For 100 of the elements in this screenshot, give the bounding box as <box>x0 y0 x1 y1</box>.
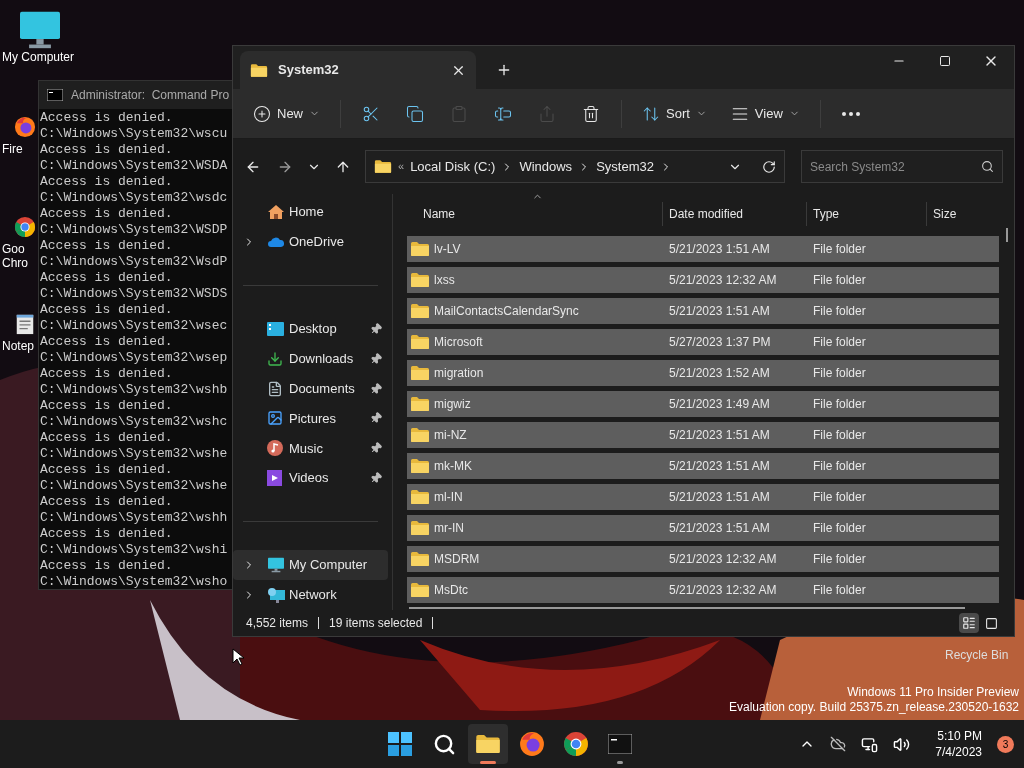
volume-icon[interactable] <box>893 735 911 753</box>
file-name: mi-NZ <box>434 427 467 444</box>
type-cell-text: File folder <box>812 582 867 599</box>
item-count: 4,552 items <box>246 615 309 632</box>
file-row[interactable]: MsDtc 5/21/2023 12:32 AM File folder <box>407 577 999 603</box>
date-cell-text: 5/21/2023 12:32 AM <box>668 582 778 599</box>
folder-icon <box>410 396 430 412</box>
address-bar[interactable]: « Local Disk (C:) Windows System32 <box>365 150 785 183</box>
console-line: C:\Windows\System32\WSDA <box>40 158 229 174</box>
search-field[interactable]: Search System32 <box>801 150 1003 183</box>
column-header[interactable]: Name <box>407 202 663 226</box>
date-cell-text: 5/21/2023 1:51 AM <box>668 520 771 537</box>
column-header[interactable]: Size <box>927 202 997 226</box>
selection-count: 19 items selected <box>329 615 423 632</box>
column-header[interactable]: Type <box>807 202 927 226</box>
console-line: Access is denied. <box>40 398 174 414</box>
new-tab-icon[interactable] <box>496 62 512 78</box>
file-row[interactable]: Microsoft 5/27/2023 1:37 PM File folder <box>407 329 999 355</box>
console-line: Access is denied. <box>40 430 174 446</box>
desktop-icon-label[interactable]: Fire <box>0 142 23 156</box>
column-header[interactable]: Date modified <box>663 202 807 226</box>
nav-item[interactable]: Home <box>233 197 388 227</box>
type-cell-text: File folder <box>812 396 867 413</box>
taskbar-app[interactable] <box>468 724 508 764</box>
nav-item[interactable]: Network <box>233 580 388 610</box>
house-icon <box>267 203 285 220</box>
rename-icon <box>494 104 512 123</box>
console-line: C:\Windows\System32\wshi <box>40 542 229 558</box>
clock-time[interactable]: 5:10 PM <box>937 728 982 744</box>
file-name: mk-MK <box>434 458 472 475</box>
folder-icon <box>410 551 430 567</box>
file-row[interactable]: mk-MK 5/21/2023 1:51 AM File folder <box>407 453 999 479</box>
file-row[interactable]: mr-IN 5/21/2023 1:51 AM File folder <box>407 515 999 541</box>
more-icon <box>841 111 860 116</box>
chrome-icon <box>563 731 589 757</box>
view-button[interactable]: View <box>720 96 810 131</box>
file-row[interactable]: ml-IN 5/21/2023 1:51 AM File folder <box>407 484 999 510</box>
console-line: C:\Windows\System32\wshe <box>40 478 229 494</box>
trash-icon <box>582 104 600 123</box>
tab[interactable]: System32 <box>240 51 476 89</box>
cut-icon <box>362 104 380 123</box>
fox-globe-icon <box>14 116 36 138</box>
maximize-icon[interactable] <box>939 55 951 67</box>
terminal-icon <box>608 734 632 754</box>
file-row[interactable]: migration 5/21/2023 1:52 AM File folder <box>407 360 999 386</box>
desktop-icon-label[interactable]: Chro <box>0 256 28 270</box>
clock-date[interactable]: 7/4/2023 <box>935 744 982 760</box>
folder-icon <box>410 334 430 350</box>
breadcrumb-item[interactable]: Windows <box>519 156 573 177</box>
sort-button[interactable]: Sort <box>632 96 717 131</box>
mouse-cursor-icon <box>232 648 244 666</box>
desktop-icon-label[interactable]: Notep <box>0 339 35 353</box>
desktop-icon-label[interactable]: My Computer <box>0 50 75 64</box>
nav-item[interactable]: Desktop <box>233 313 388 344</box>
file-name: lxss <box>434 272 455 289</box>
file-row[interactable]: MSDRM 5/21/2023 12:32 AM File folder <box>407 546 999 572</box>
console-line: Access is denied. <box>40 174 174 190</box>
new-button[interactable]: New <box>243 96 330 131</box>
type-cell-text: File folder <box>812 427 867 444</box>
nav-item[interactable]: Documents <box>233 373 388 404</box>
nav-item[interactable]: Downloads <box>233 343 388 374</box>
breadcrumb-item[interactable]: Local Disk (C:) <box>410 156 496 177</box>
details-view-button[interactable] <box>959 613 979 633</box>
windows-logo-icon <box>388 732 412 756</box>
nav-item[interactable]: Videos <box>233 463 388 494</box>
desktop-icon-label[interactable]: Goo <box>0 242 25 256</box>
breadcrumb-item[interactable]: System32 <box>596 156 654 177</box>
file-row[interactable]: lv-LV 5/21/2023 1:51 AM File folder <box>407 236 999 262</box>
nav-label: Pictures <box>289 409 337 428</box>
network-icon[interactable] <box>861 735 879 753</box>
overflow-chevrons[interactable]: « <box>398 158 405 175</box>
nav-item[interactable]: My Computer <box>233 550 388 581</box>
date-cell-text: 5/21/2023 12:32 AM <box>668 551 778 568</box>
nav-item[interactable]: OneDrive <box>233 226 388 257</box>
nav-item[interactable]: Pictures <box>233 403 388 434</box>
nav-label: Home <box>289 203 325 222</box>
date-cell-text: 5/21/2023 1:51 AM <box>668 241 771 258</box>
console-line: C:\Windows\System32\wsho <box>40 574 229 589</box>
console-line: Access is denied. <box>40 238 174 254</box>
file-row[interactable]: lxss 5/21/2023 12:32 AM File folder <box>407 267 999 293</box>
file-row[interactable]: MailContactsCalendarSync 5/21/2023 1:51 AM File folder <box>407 298 999 324</box>
nav-item[interactable]: Music <box>233 433 388 464</box>
file-row[interactable]: mi-NZ 5/21/2023 1:51 AM File folder <box>407 422 999 448</box>
cloud-off-icon[interactable] <box>830 736 847 752</box>
console-line: C:\Windows\System32\wshe <box>40 446 229 462</box>
file-name: lv-LV <box>434 241 461 258</box>
folder-icon <box>410 365 430 381</box>
file-row[interactable]: migwiz 5/21/2023 1:49 AM File folder <box>407 391 999 417</box>
running-indicator <box>617 761 623 764</box>
nav-label: Downloads <box>289 349 355 368</box>
file-name: ml-IN <box>434 489 463 506</box>
monitor-icon <box>18 10 62 50</box>
refresh-icon[interactable] <box>762 159 776 174</box>
search-input[interactable]: Search System32 <box>810 157 981 176</box>
console-line: Access is denied. <box>40 526 174 542</box>
document-icon <box>267 380 283 397</box>
notification-badge[interactable]: 3 <box>997 735 1014 753</box>
scrollbar <box>1006 228 1008 242</box>
console-line: C:\Windows\System32\wscu <box>40 126 229 142</box>
date-cell-text: 5/21/2023 1:51 AM <box>668 458 771 475</box>
